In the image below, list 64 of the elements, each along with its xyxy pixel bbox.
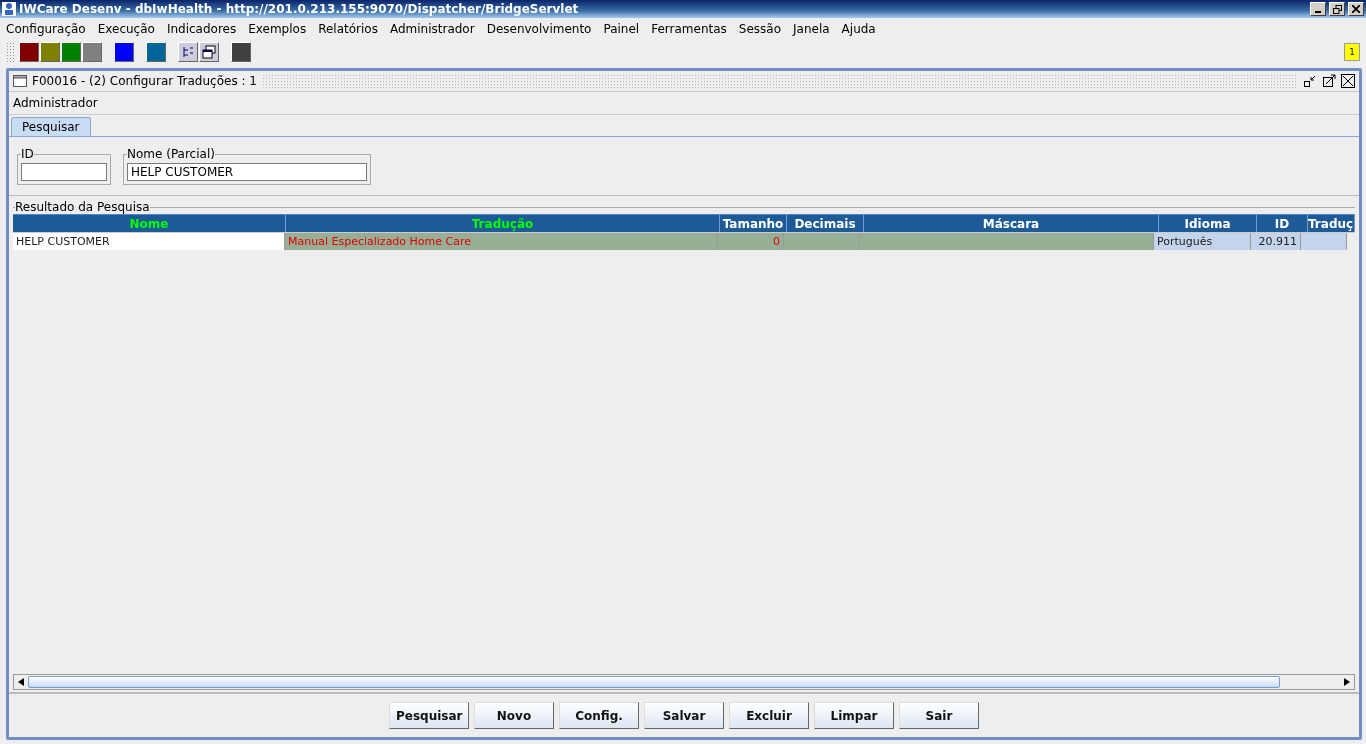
action-button[interactable]: Pesquisar bbox=[389, 702, 469, 729]
column-header[interactable]: Tamanho bbox=[720, 214, 787, 232]
action-button[interactable]: Config. bbox=[559, 702, 639, 729]
toolbar-button[interactable] bbox=[114, 42, 134, 62]
table-cell: Português bbox=[1154, 233, 1251, 250]
app-icon bbox=[2, 2, 16, 16]
toolbar-button[interactable] bbox=[19, 42, 39, 62]
toolbar-button[interactable] bbox=[199, 42, 219, 62]
menu-item[interactable]: Ferramentas bbox=[651, 22, 727, 36]
input-field[interactable] bbox=[21, 163, 107, 181]
field-label: Nome (Parcial) bbox=[127, 147, 215, 161]
action-button[interactable]: Sair bbox=[899, 702, 979, 729]
window-title: IWCare Desenv - dbIwHealth - http://201.0.213.155:9070/Dispatcher/BridgeServlet bbox=[19, 2, 580, 16]
table-cell bbox=[1301, 233, 1347, 250]
close-icon bbox=[1352, 5, 1360, 13]
scrollbar-thumb[interactable] bbox=[28, 676, 1280, 688]
menu-item[interactable]: Administrador bbox=[389, 22, 475, 36]
column-header[interactable]: Idioma bbox=[1159, 214, 1257, 232]
menu-item[interactable]: Configuração bbox=[6, 22, 86, 36]
close-button[interactable] bbox=[1348, 2, 1364, 16]
windows-icon bbox=[202, 45, 216, 59]
menu-item[interactable]: Exemplos bbox=[248, 22, 307, 36]
group-title: Resultado da Pesquisa bbox=[15, 200, 150, 214]
restore-button[interactable] bbox=[1329, 2, 1345, 16]
tree-icon bbox=[182, 46, 194, 58]
menu-item[interactable]: Painel bbox=[603, 22, 640, 36]
menu-item[interactable]: Desenvolvimento bbox=[486, 22, 592, 36]
action-button[interactable]: Novo bbox=[474, 702, 554, 729]
menu-item[interactable]: Relatórios bbox=[318, 22, 378, 36]
menu-item[interactable]: Execução bbox=[97, 22, 155, 36]
left-arrow-icon[interactable] bbox=[18, 678, 24, 686]
menu-item[interactable]: Sessão bbox=[738, 22, 781, 36]
column-header[interactable]: Traduç bbox=[1308, 214, 1355, 232]
notification-badge[interactable]: 1 bbox=[1344, 43, 1360, 61]
column-header[interactable]: ID bbox=[1257, 214, 1308, 232]
window-icon bbox=[13, 75, 27, 87]
menu-item[interactable]: Janela bbox=[793, 22, 830, 36]
column-header[interactable]: Máscara bbox=[864, 214, 1159, 232]
table-cell: Manual Especializado Home Care bbox=[285, 233, 718, 250]
close-icon[interactable] bbox=[1341, 74, 1355, 88]
horizontal-scrollbar[interactable] bbox=[13, 674, 1355, 690]
toolbar-button[interactable] bbox=[231, 42, 251, 62]
table-cell: HELP CUSTOMER bbox=[13, 233, 285, 250]
toolbar-button[interactable] bbox=[146, 42, 166, 62]
minimize-button[interactable] bbox=[1310, 2, 1326, 16]
menu-item[interactable]: Ajuda bbox=[841, 22, 876, 36]
right-arrow-icon[interactable] bbox=[1344, 678, 1350, 686]
iconify-icon[interactable] bbox=[1303, 74, 1317, 88]
menu-item[interactable]: Indicadores bbox=[166, 22, 237, 36]
input-field[interactable]: HELP CUSTOMER bbox=[127, 163, 367, 181]
maximize-icon[interactable] bbox=[1322, 74, 1336, 88]
tab[interactable]: Pesquisar bbox=[11, 117, 91, 136]
section-label: Administrador bbox=[13, 96, 98, 110]
action-button[interactable]: Salvar bbox=[644, 702, 724, 729]
column-header[interactable]: Nome bbox=[13, 214, 286, 232]
table-cell: 20.911 bbox=[1251, 233, 1301, 250]
column-header[interactable]: Decimais bbox=[787, 214, 864, 232]
action-button[interactable]: Excluir bbox=[729, 702, 809, 729]
restore-icon bbox=[1332, 4, 1342, 14]
table-cell: 0 bbox=[718, 233, 784, 250]
action-button[interactable]: Limpar bbox=[814, 702, 894, 729]
field-label: ID bbox=[21, 147, 34, 161]
column-header[interactable]: Tradução bbox=[286, 214, 720, 232]
frame-title: F00016 - (2) Configurar Traduções : 1 bbox=[32, 74, 257, 88]
